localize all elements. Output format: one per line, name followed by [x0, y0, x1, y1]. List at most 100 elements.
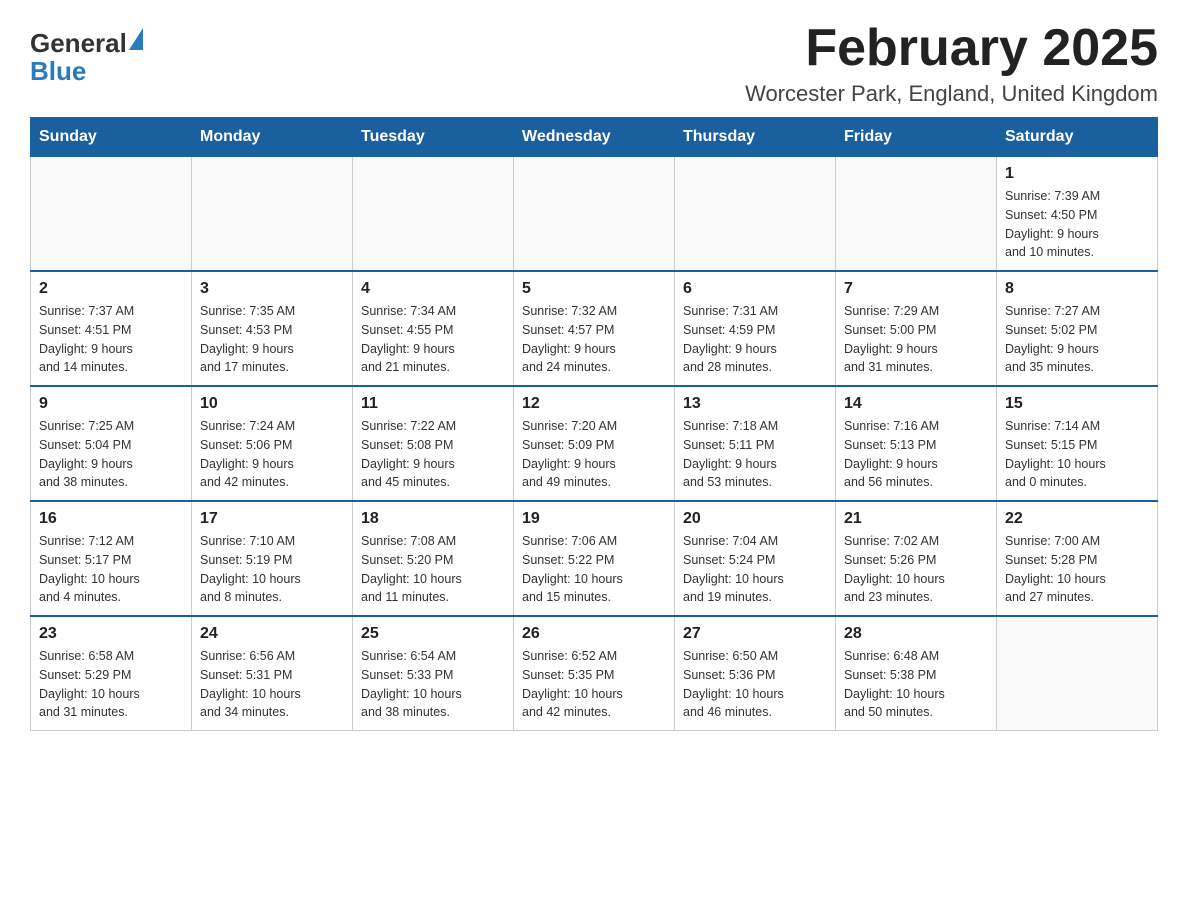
- day-number: 1: [1005, 165, 1149, 183]
- calendar-cell: 17 Sunrise: 7:10 AM Sunset: 5:19 PM Dayli…: [192, 501, 353, 616]
- calendar-cell: 20Sunrise: 7:04 AM Sunset: 5:24 PM Dayli…: [675, 501, 836, 616]
- calendar-cell: [675, 157, 836, 272]
- day-info: Sunrise: 6:54 AM Sunset: 5:33 PM Dayligh…: [361, 647, 505, 722]
- calendar-week-row: 2 Sunrise: 7:37 AM Sunset: 4:51 PM Daylig…: [31, 271, 1158, 386]
- day-number: 25: [361, 625, 505, 643]
- day-number: 10: [200, 395, 344, 413]
- day-number: 28: [844, 625, 988, 643]
- day-info: Sunrise: 7:14 AM Sunset: 5:15 PM Dayligh…: [1005, 417, 1149, 492]
- calendar-cell: 1Sunrise: 7:39 AM Sunset: 4:50 PM Daylig…: [997, 157, 1158, 272]
- day-number: 2: [39, 280, 183, 298]
- calendar-cell: 12 Sunrise: 7:20 AM Sunset: 5:09 PM Dayli…: [514, 386, 675, 501]
- calendar-cell: 24 Sunrise: 6:56 AM Sunset: 5:31 PM Dayli…: [192, 616, 353, 731]
- day-info: Sunrise: 7:00 AM Sunset: 5:28 PM Dayligh…: [1005, 532, 1149, 607]
- day-info: Sunrise: 7:08 AM Sunset: 5:20 PM Dayligh…: [361, 532, 505, 607]
- calendar-cell: 11Sunrise: 7:22 AM Sunset: 5:08 PM Dayli…: [353, 386, 514, 501]
- calendar-cell: 6 Sunrise: 7:31 AM Sunset: 4:59 PM Daylig…: [675, 271, 836, 386]
- day-info: Sunrise: 7:16 AM Sunset: 5:13 PM Dayligh…: [844, 417, 988, 492]
- day-info: Sunrise: 7:29 AM Sunset: 5:00 PM Dayligh…: [844, 302, 988, 377]
- day-info: Sunrise: 7:32 AM Sunset: 4:57 PM Dayligh…: [522, 302, 666, 377]
- calendar-header-friday: Friday: [836, 118, 997, 157]
- calendar-header-sunday: Sunday: [31, 118, 192, 157]
- day-info: Sunrise: 7:37 AM Sunset: 4:51 PM Dayligh…: [39, 302, 183, 377]
- day-info: Sunrise: 7:10 AM Sunset: 5:19 PM Dayligh…: [200, 532, 344, 607]
- day-info: Sunrise: 7:18 AM Sunset: 5:11 PM Dayligh…: [683, 417, 827, 492]
- day-info: Sunrise: 7:27 AM Sunset: 5:02 PM Dayligh…: [1005, 302, 1149, 377]
- calendar-week-row: 16 Sunrise: 7:12 AM Sunset: 5:17 PM Dayli…: [31, 501, 1158, 616]
- calendar-cell: 25 Sunrise: 6:54 AM Sunset: 5:33 PM Dayli…: [353, 616, 514, 731]
- calendar-cell: 2 Sunrise: 7:37 AM Sunset: 4:51 PM Daylig…: [31, 271, 192, 386]
- logo-text-general: General: [30, 30, 127, 56]
- calendar-week-row: 1Sunrise: 7:39 AM Sunset: 4:50 PM Daylig…: [31, 157, 1158, 272]
- day-info: Sunrise: 7:02 AM Sunset: 5:26 PM Dayligh…: [844, 532, 988, 607]
- calendar-cell: [997, 616, 1158, 731]
- calendar-cell: 18Sunrise: 7:08 AM Sunset: 5:20 PM Dayli…: [353, 501, 514, 616]
- header: General Blue February 2025 Worcester Par…: [30, 20, 1158, 107]
- day-number: 27: [683, 625, 827, 643]
- calendar-cell: 10 Sunrise: 7:24 AM Sunset: 5:06 PM Dayli…: [192, 386, 353, 501]
- logo-text-blue: Blue: [30, 58, 86, 84]
- day-number: 13: [683, 395, 827, 413]
- day-info: Sunrise: 6:50 AM Sunset: 5:36 PM Dayligh…: [683, 647, 827, 722]
- calendar-header-row: SundayMondayTuesdayWednesdayThursdayFrid…: [31, 118, 1158, 157]
- page-title: February 2025: [745, 20, 1158, 77]
- calendar-cell: 4 Sunrise: 7:34 AM Sunset: 4:55 PM Daylig…: [353, 271, 514, 386]
- day-number: 16: [39, 510, 183, 528]
- logo: General Blue: [30, 30, 143, 84]
- calendar-cell: 5 Sunrise: 7:32 AM Sunset: 4:57 PM Daylig…: [514, 271, 675, 386]
- day-number: 20: [683, 510, 827, 528]
- calendar-cell: [31, 157, 192, 272]
- calendar-header-monday: Monday: [192, 118, 353, 157]
- day-number: 15: [1005, 395, 1149, 413]
- calendar-cell: 21 Sunrise: 7:02 AM Sunset: 5:26 PM Dayli…: [836, 501, 997, 616]
- day-info: Sunrise: 6:48 AM Sunset: 5:38 PM Dayligh…: [844, 647, 988, 722]
- day-info: Sunrise: 7:20 AM Sunset: 5:09 PM Dayligh…: [522, 417, 666, 492]
- calendar-cell: [192, 157, 353, 272]
- day-number: 7: [844, 280, 988, 298]
- location-subtitle: Worcester Park, England, United Kingdom: [745, 81, 1158, 107]
- day-number: 24: [200, 625, 344, 643]
- calendar-cell: 16 Sunrise: 7:12 AM Sunset: 5:17 PM Dayli…: [31, 501, 192, 616]
- calendar-cell: 7 Sunrise: 7:29 AM Sunset: 5:00 PM Daylig…: [836, 271, 997, 386]
- calendar-cell: 19 Sunrise: 7:06 AM Sunset: 5:22 PM Dayli…: [514, 501, 675, 616]
- calendar-cell: 28 Sunrise: 6:48 AM Sunset: 5:38 PM Dayli…: [836, 616, 997, 731]
- calendar-week-row: 9Sunrise: 7:25 AM Sunset: 5:04 PM Daylig…: [31, 386, 1158, 501]
- day-info: Sunrise: 6:56 AM Sunset: 5:31 PM Dayligh…: [200, 647, 344, 722]
- calendar-cell: 26Sunrise: 6:52 AM Sunset: 5:35 PM Dayli…: [514, 616, 675, 731]
- day-info: Sunrise: 7:35 AM Sunset: 4:53 PM Dayligh…: [200, 302, 344, 377]
- calendar-header-wednesday: Wednesday: [514, 118, 675, 157]
- calendar-cell: 23Sunrise: 6:58 AM Sunset: 5:29 PM Dayli…: [31, 616, 192, 731]
- day-number: 22: [1005, 510, 1149, 528]
- day-number: 12: [522, 395, 666, 413]
- title-area: February 2025 Worcester Park, England, U…: [745, 20, 1158, 107]
- calendar-cell: [836, 157, 997, 272]
- day-info: Sunrise: 6:52 AM Sunset: 5:35 PM Dayligh…: [522, 647, 666, 722]
- calendar-header-tuesday: Tuesday: [353, 118, 514, 157]
- day-number: 8: [1005, 280, 1149, 298]
- day-number: 11: [361, 395, 505, 413]
- day-number: 23: [39, 625, 183, 643]
- calendar-table: SundayMondayTuesdayWednesdayThursdayFrid…: [30, 117, 1158, 731]
- calendar-cell: 9Sunrise: 7:25 AM Sunset: 5:04 PM Daylig…: [31, 386, 192, 501]
- calendar-week-row: 23Sunrise: 6:58 AM Sunset: 5:29 PM Dayli…: [31, 616, 1158, 731]
- day-info: Sunrise: 7:12 AM Sunset: 5:17 PM Dayligh…: [39, 532, 183, 607]
- day-info: Sunrise: 7:24 AM Sunset: 5:06 PM Dayligh…: [200, 417, 344, 492]
- calendar-cell: 13 Sunrise: 7:18 AM Sunset: 5:11 PM Dayli…: [675, 386, 836, 501]
- day-info: Sunrise: 7:31 AM Sunset: 4:59 PM Dayligh…: [683, 302, 827, 377]
- day-info: Sunrise: 7:25 AM Sunset: 5:04 PM Dayligh…: [39, 417, 183, 492]
- calendar-cell: [514, 157, 675, 272]
- logo-triangle-icon: [129, 28, 143, 50]
- day-info: Sunrise: 7:34 AM Sunset: 4:55 PM Dayligh…: [361, 302, 505, 377]
- calendar-cell: 22 Sunrise: 7:00 AM Sunset: 5:28 PM Dayli…: [997, 501, 1158, 616]
- day-number: 3: [200, 280, 344, 298]
- day-number: 17: [200, 510, 344, 528]
- day-number: 21: [844, 510, 988, 528]
- day-info: Sunrise: 7:06 AM Sunset: 5:22 PM Dayligh…: [522, 532, 666, 607]
- day-number: 4: [361, 280, 505, 298]
- calendar-cell: 3 Sunrise: 7:35 AM Sunset: 4:53 PM Daylig…: [192, 271, 353, 386]
- calendar-cell: 27 Sunrise: 6:50 AM Sunset: 5:36 PM Dayli…: [675, 616, 836, 731]
- day-number: 6: [683, 280, 827, 298]
- day-number: 19: [522, 510, 666, 528]
- day-number: 5: [522, 280, 666, 298]
- calendar-cell: [353, 157, 514, 272]
